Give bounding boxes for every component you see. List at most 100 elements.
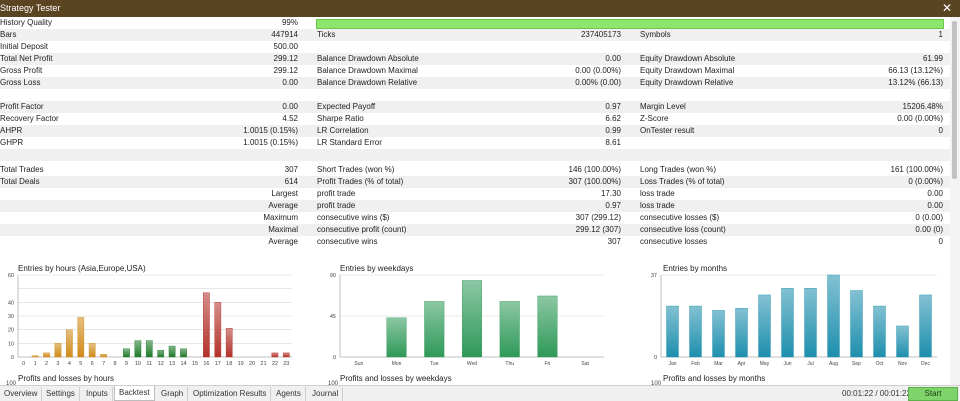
- bar: [282, 352, 290, 358]
- stat-label: Expected Payoff: [317, 102, 376, 111]
- stat-value: 299.12 (307): [575, 225, 621, 234]
- bar: [758, 294, 771, 358]
- y-tick-label: 0: [654, 355, 657, 361]
- vertical-scrollbar[interactable]: [950, 17, 960, 385]
- stat-label: Z-Score: [640, 114, 669, 123]
- tab-backtest[interactable]: Backtest: [114, 386, 155, 401]
- y-tick-label: 40: [8, 300, 14, 306]
- x-tick-label: 7: [102, 361, 105, 367]
- bar: [827, 274, 840, 358]
- stat-label: Initial Deposit: [0, 42, 49, 51]
- x-tick-label: 5: [79, 361, 82, 367]
- stat-label: Gross Loss: [0, 78, 41, 87]
- x-tick-label: 12: [158, 361, 164, 367]
- bar: [689, 305, 702, 358]
- stat-label: Total Deals: [0, 177, 40, 186]
- x-tick-label: 22: [272, 361, 278, 367]
- x-tick-label: 16: [203, 361, 209, 367]
- elapsed-timer: 00:01:22 / 00:01:22: [842, 389, 911, 398]
- stats-row: Profit Factor 0.00 Expected Payoff 0.97 …: [0, 101, 950, 113]
- x-tick-label: 18: [226, 361, 232, 367]
- stat-label: Balance Drawdown Relative: [317, 78, 418, 87]
- chart-title: Entries by hours (Asia,Europe,USA): [18, 264, 146, 273]
- stat-label: GHPR: [0, 138, 24, 147]
- x-tick-label: 2: [45, 361, 48, 367]
- bar: [31, 355, 39, 358]
- bar: [77, 317, 85, 358]
- stats-row: History Quality 99%: [0, 17, 950, 29]
- bar: [919, 294, 932, 358]
- start-button[interactable]: Start: [908, 387, 958, 401]
- close-icon[interactable]: ✕: [942, 1, 952, 15]
- bar: [214, 302, 222, 358]
- x-tick-label: Jul: [807, 361, 813, 367]
- stat-label: Ticks: [317, 30, 336, 39]
- chart-subtitle: Profits and losses by hours: [18, 374, 115, 383]
- stat-value: 8.61: [605, 138, 621, 147]
- stat-value: 447914: [271, 30, 298, 39]
- bar: [145, 340, 153, 358]
- stat-label: Maximal: [268, 225, 298, 234]
- bar: [499, 301, 520, 358]
- stats-row: GHPR 1.0015 (0.15%) LR Standard Error 8.…: [0, 137, 950, 149]
- x-tick-label: 14: [180, 361, 186, 367]
- x-tick-label: Dec: [921, 361, 930, 367]
- chart-title: Entries by months: [663, 264, 728, 273]
- x-tick-label: 3: [56, 361, 59, 367]
- x-tick-label: Fri: [545, 361, 551, 367]
- stat-label: Balance Drawdown Maximal: [317, 66, 418, 75]
- stats-row: Maximal consecutive profit (count) 299.1…: [0, 224, 950, 236]
- stat-value: 0 (0.00): [915, 213, 943, 222]
- bar: [100, 354, 107, 358]
- tab-journal[interactable]: Journal: [308, 387, 344, 401]
- stat-label: Long Trades (won %): [640, 165, 717, 174]
- tab-graph[interactable]: Graph: [157, 387, 189, 401]
- x-tick-label: 21: [260, 361, 266, 367]
- x-tick-label: Jun: [783, 361, 791, 367]
- stats-row: Average consecutive wins 307 consecutive…: [0, 236, 950, 248]
- stat-label: Total Trades: [0, 165, 44, 174]
- scrollbar-thumb[interactable]: [952, 21, 957, 179]
- tab-settings[interactable]: Settings: [42, 387, 80, 401]
- stat-label: consecutive wins ($): [317, 213, 390, 222]
- history-quality-bar: [316, 19, 944, 29]
- stat-value: 0.00: [282, 78, 298, 87]
- stat-value: 307 (100.00%): [568, 177, 621, 186]
- stat-label: consecutive losses: [640, 237, 708, 246]
- y-tick-label: 0: [11, 355, 14, 361]
- stat-value: 0.00: [927, 189, 943, 198]
- stat-value: 500.00: [273, 42, 298, 51]
- bar: [54, 343, 62, 358]
- stat-label: Average: [268, 201, 298, 210]
- stat-value: 6.62: [605, 114, 621, 123]
- stat-value: 0.00: [927, 201, 943, 210]
- x-tick-label: Aug: [829, 361, 838, 367]
- stat-value: 0.00: [605, 54, 621, 63]
- stats-row: Largest profit trade 17.30 loss trade 0.…: [0, 188, 950, 200]
- charts-area: 0 10 20 30 40 60 0 1 2 3 4 5 6 7 8 9 10 11 12 13 14 15 16 17 18 1…: [0, 255, 950, 387]
- stat-value: 307 (299.12): [575, 213, 621, 222]
- stat-label: profit trade: [317, 189, 356, 198]
- stat-label: loss trade: [640, 189, 675, 198]
- stat-value: 4.52: [282, 114, 298, 123]
- x-tick-label: May: [760, 361, 770, 367]
- tab-optimization-results[interactable]: Optimization Results: [189, 387, 272, 401]
- title-bar: Strategy Tester ✕: [0, 0, 960, 17]
- x-tick-label: 10: [135, 361, 141, 367]
- tab-overview[interactable]: Overview: [0, 387, 43, 401]
- tab-agents[interactable]: Agents: [272, 387, 306, 401]
- x-tick-label: 13: [169, 361, 175, 367]
- stat-value: 0.97: [605, 102, 621, 111]
- stats-row: Bars 447914 Ticks 237405173 Symbols 1: [0, 29, 950, 41]
- stats-table: History Quality 99% Bars 447914 Ticks 23…: [0, 17, 950, 255]
- stat-value: 61.99: [922, 54, 943, 63]
- x-tick-label: Jan: [668, 361, 676, 367]
- stat-value: 15206.48%: [902, 102, 943, 111]
- stat-label: consecutive profit (count): [317, 225, 407, 234]
- window-title: Strategy Tester: [0, 3, 61, 13]
- tab-inputs[interactable]: Inputs: [82, 387, 113, 401]
- stat-value: 299.12: [273, 54, 298, 63]
- bar: [203, 292, 210, 358]
- x-tick-label: Feb: [691, 361, 700, 367]
- y-tick-label: 60: [8, 273, 14, 279]
